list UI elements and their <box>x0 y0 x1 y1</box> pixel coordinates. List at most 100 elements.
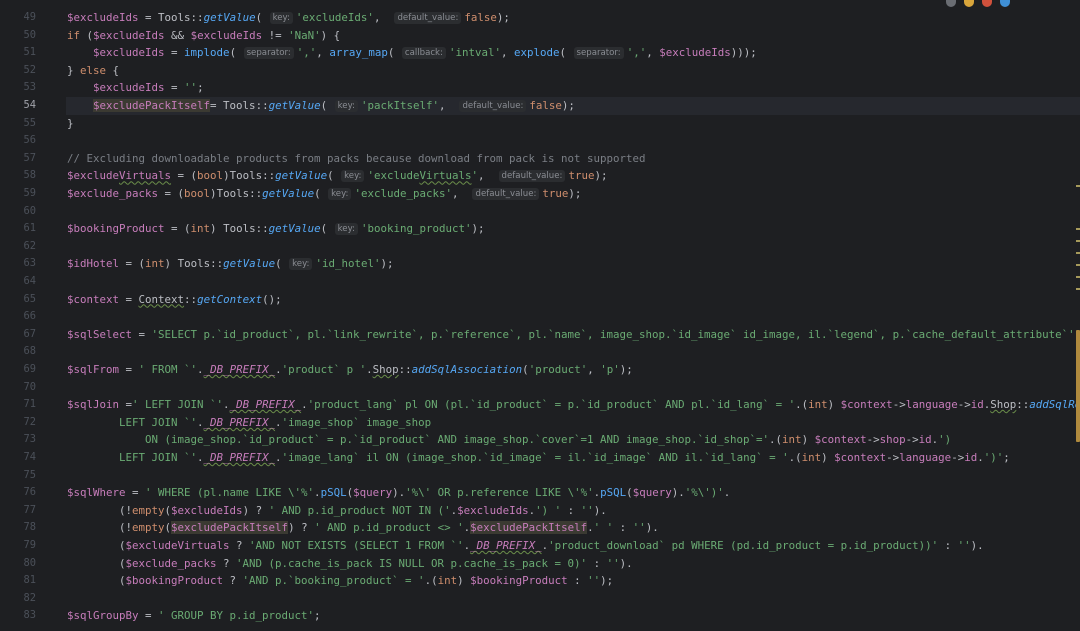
line-number[interactable]: 65 <box>0 291 36 309</box>
line-number[interactable]: 54 <box>0 97 36 115</box>
line-number-gutter[interactable]: 49 50 51 52 53 54 55 56 57 58 59 60 61 62 63 64 65 66 67 68… <box>0 0 58 631</box>
firefox-icon[interactable] <box>982 0 992 7</box>
fold-gutter[interactable] <box>58 0 66 631</box>
line-number[interactable]: 72 <box>0 414 36 432</box>
code-line[interactable]: ($exclude_packs ? 'AND (p.cache_is_pack … <box>67 555 633 573</box>
line-number[interactable]: 76 <box>0 484 36 502</box>
code-line[interactable]: $sqlGroupBy = ' GROUP BY p.id_product'; <box>67 607 321 625</box>
code-line[interactable]: LEFT JOIN `'._DB_PREFIX_.'image_lang` il… <box>67 449 1010 467</box>
code-token: :: <box>398 363 412 376</box>
line-number[interactable]: 73 <box>0 431 36 449</box>
line-number[interactable]: 80 <box>0 555 36 573</box>
code-line[interactable]: $idHotel = (int) Tools::getValue( key:'i… <box>67 255 393 273</box>
chrome-icon[interactable] <box>964 0 974 7</box>
line-number[interactable]: 71 <box>0 396 36 414</box>
line-number[interactable]: 79 <box>0 537 36 555</box>
edge-icon[interactable] <box>1000 0 1010 7</box>
plugin-icon[interactable] <box>946 0 956 7</box>
line-number[interactable]: 67 <box>0 326 36 344</box>
line-number[interactable]: 53 <box>0 79 36 97</box>
line-number[interactable]: 63 <box>0 255 36 273</box>
code-line[interactable]: $excludeIds = ''; <box>67 79 204 97</box>
code-line[interactable]: $excludeIds = implode( separator: ',', ar… <box>67 44 757 62</box>
code-line[interactable]: ON (image_shop.`id_product` = p.`id_prod… <box>67 431 951 449</box>
code-line[interactable]: ($excludeVirtuals ? 'AND NOT EXISTS (SEL… <box>67 537 984 555</box>
scrollbar-thumb[interactable] <box>1076 330 1080 442</box>
line-number[interactable]: 58 <box>0 167 36 185</box>
line-number[interactable]: 57 <box>0 150 36 168</box>
line-number[interactable]: 64 <box>0 273 36 291</box>
line-number[interactable]: 49 <box>0 9 36 27</box>
code-line[interactable]: (!empty($excludeIds) ? ' AND p.id_produc… <box>67 502 607 520</box>
error-stripe[interactable] <box>1074 0 1080 631</box>
code-line[interactable]: LEFT JOIN `'._DB_PREFIX_.'image_shop` im… <box>67 414 431 432</box>
code-line[interactable]: ($bookingProduct ? 'AND p.`booking_produ… <box>67 572 613 590</box>
line-number[interactable]: 60 <box>0 203 36 221</box>
code-line[interactable]: (!empty($excludePackItself) ? ' AND p.id… <box>67 519 659 537</box>
code-line[interactable]: $excludeIds = Tools::getValue( key:'excl… <box>67 9 510 27</box>
line-number[interactable]: 82 <box>0 590 36 608</box>
code-token: 'product_download` pd WHERE (pd.id_produ… <box>548 539 939 552</box>
code-line[interactable]: $sqlFrom = ' FROM `'._DB_PREFIX_.'produc… <box>67 361 633 379</box>
line-number[interactable]: 68 <box>0 343 36 361</box>
line-number[interactable]: 74 <box>0 449 36 467</box>
line-number[interactable]: 66 <box>0 308 36 326</box>
code-token: ; <box>1003 451 1010 464</box>
code-token: '%\' OR p.reference LIKE \'%' <box>405 486 594 500</box>
line-number[interactable]: 62 <box>0 238 36 256</box>
line-number[interactable]: 59 <box>0 185 36 203</box>
code-line[interactable]: } else { <box>67 62 119 80</box>
code-token: $excludeIds <box>93 81 165 95</box>
warning-marker[interactable] <box>1076 264 1080 266</box>
line-number[interactable]: 77 <box>0 502 36 520</box>
code-line[interactable]: $context = Context::getContext(); <box>67 291 282 309</box>
code-token: addSqlRest <box>1029 398 1080 412</box>
code-line[interactable]: $excludePackItself= Tools::getValue( key… <box>67 97 575 115</box>
line-number[interactable]: 81 <box>0 572 36 590</box>
code-token: ' WHERE (pl.name LIKE \'%' <box>145 486 315 500</box>
code-token: 'product_lang` pl ON (pl.`id_product` = … <box>307 398 796 412</box>
warning-marker[interactable] <box>1076 185 1080 187</box>
warning-marker[interactable] <box>1076 288 1080 290</box>
line-number[interactable]: 61 <box>0 220 36 238</box>
warning-marker[interactable] <box>1076 240 1080 242</box>
line-number[interactable]: 51 <box>0 44 36 62</box>
code-token: $bookingProduct <box>470 574 568 588</box>
code-token: , <box>646 46 660 60</box>
line-number[interactable]: 70 <box>0 379 36 397</box>
code-area[interactable]: $excludeIds = Tools::getValue( key:'excl… <box>67 0 1080 631</box>
line-number[interactable]: 50 <box>0 27 36 45</box>
code-line[interactable]: $sqlJoin =' LEFT JOIN `'._DB_PREFIX_.'pr… <box>67 396 1080 414</box>
warning-marker[interactable] <box>1076 252 1080 254</box>
code-line[interactable]: // Excluding downloadable products from … <box>67 150 646 168</box>
code-token: shop <box>879 433 906 447</box>
code-token: ; <box>314 609 321 623</box>
code-token: $excludePackItself <box>93 99 211 112</box>
code-editor[interactable]: 49 50 51 52 53 54 55 56 57 58 59 60 61 62 63 64 65 66 67 68… <box>0 0 1080 631</box>
code-token: Tools <box>223 99 256 112</box>
line-number[interactable]: 55 <box>0 115 36 133</box>
code-line[interactable]: $exclude_packs = (bool)Tools::getValue( … <box>67 185 581 203</box>
code-token: false <box>464 11 497 24</box>
code-token: $exclude_packs <box>67 187 159 200</box>
code-line[interactable]: if ($excludeIds && $excludeIds != 'NaN')… <box>67 27 340 45</box>
code-token: ' FROM `' <box>138 363 198 376</box>
line-number[interactable]: 52 <box>0 62 36 80</box>
code-line[interactable]: $sqlWhere = ' WHERE (pl.name LIKE \'%'. p… <box>67 484 730 502</box>
line-number[interactable]: 69 <box>0 361 36 379</box>
line-number[interactable]: 56 <box>0 132 36 150</box>
code-token: int <box>437 574 458 588</box>
code-line[interactable]: $sqlSelect = 'SELECT p.`id_product`, pl.… <box>67 326 1080 344</box>
warning-marker[interactable] <box>1076 276 1080 278</box>
line-number[interactable]: 78 <box>0 519 36 537</box>
code-token: $excludeIds <box>190 28 263 42</box>
warning-marker[interactable] <box>1076 228 1080 230</box>
code-line[interactable]: $bookingProduct = (int) Tools::getValue(… <box>67 220 484 238</box>
line-number[interactable]: 83 <box>0 607 36 625</box>
line-number[interactable]: 75 <box>0 467 36 485</box>
code-line[interactable]: } <box>67 115 74 133</box>
code-token: ); <box>380 257 394 271</box>
code-token: != <box>262 28 289 42</box>
code-line[interactable]: $excludeVirtuals = (bool)Tools::getValue… <box>67 167 607 185</box>
code-token: ); <box>619 363 633 376</box>
